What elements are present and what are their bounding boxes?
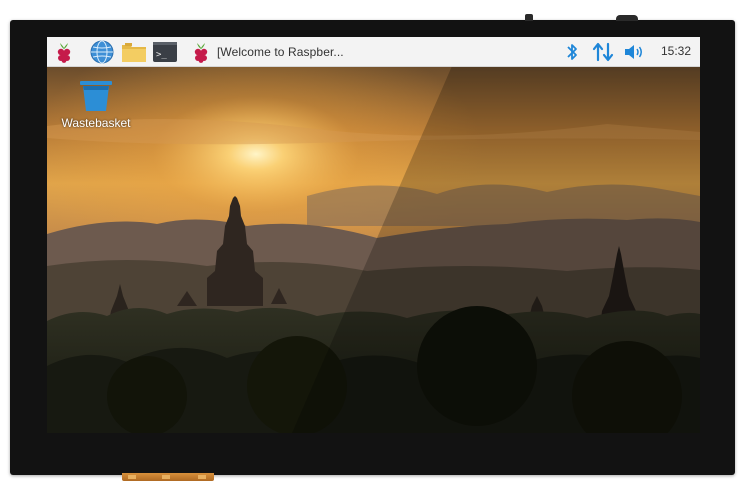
fpc-connector (122, 473, 214, 481)
network-transfer-icon (592, 42, 614, 61)
taskbar-clock[interactable]: 15:32 (661, 37, 691, 66)
terminal-button[interactable]: >_ (151, 40, 179, 63)
menu-button[interactable] (52, 40, 76, 63)
terminal-icon: >_ (153, 41, 177, 62)
taskbar-window-button[interactable]: [Welcome to Raspber... (191, 40, 351, 63)
volume-icon (625, 44, 642, 59)
device-top-button (525, 14, 533, 21)
device-top-connector (616, 15, 638, 21)
network-button[interactable] (591, 40, 615, 63)
bluetooth-button[interactable] (563, 40, 581, 63)
folder-icon (122, 42, 146, 62)
desktop-icon-label: Wastebasket (61, 116, 131, 130)
taskbar: >_ [Welcome to Raspber... 15:32 (47, 37, 700, 67)
window-title: [Welcome to Raspber... (217, 44, 344, 59)
web-browser-button[interactable] (89, 40, 115, 63)
volume-button[interactable] (623, 40, 645, 63)
globe-icon (90, 40, 114, 63)
raspberry-icon (57, 42, 71, 63)
svg-text:>_: >_ (156, 50, 167, 60)
trash-icon (80, 81, 112, 111)
file-manager-button[interactable] (120, 40, 148, 63)
bluetooth-icon (567, 43, 577, 60)
desktop-icon-wastebasket[interactable]: Wastebasket (53, 79, 139, 135)
desktop-wallpaper (47, 66, 700, 433)
raspberry-icon (194, 42, 208, 63)
screen: Wastebasket >_ [Welcome to Raspber... 15… (47, 37, 700, 433)
